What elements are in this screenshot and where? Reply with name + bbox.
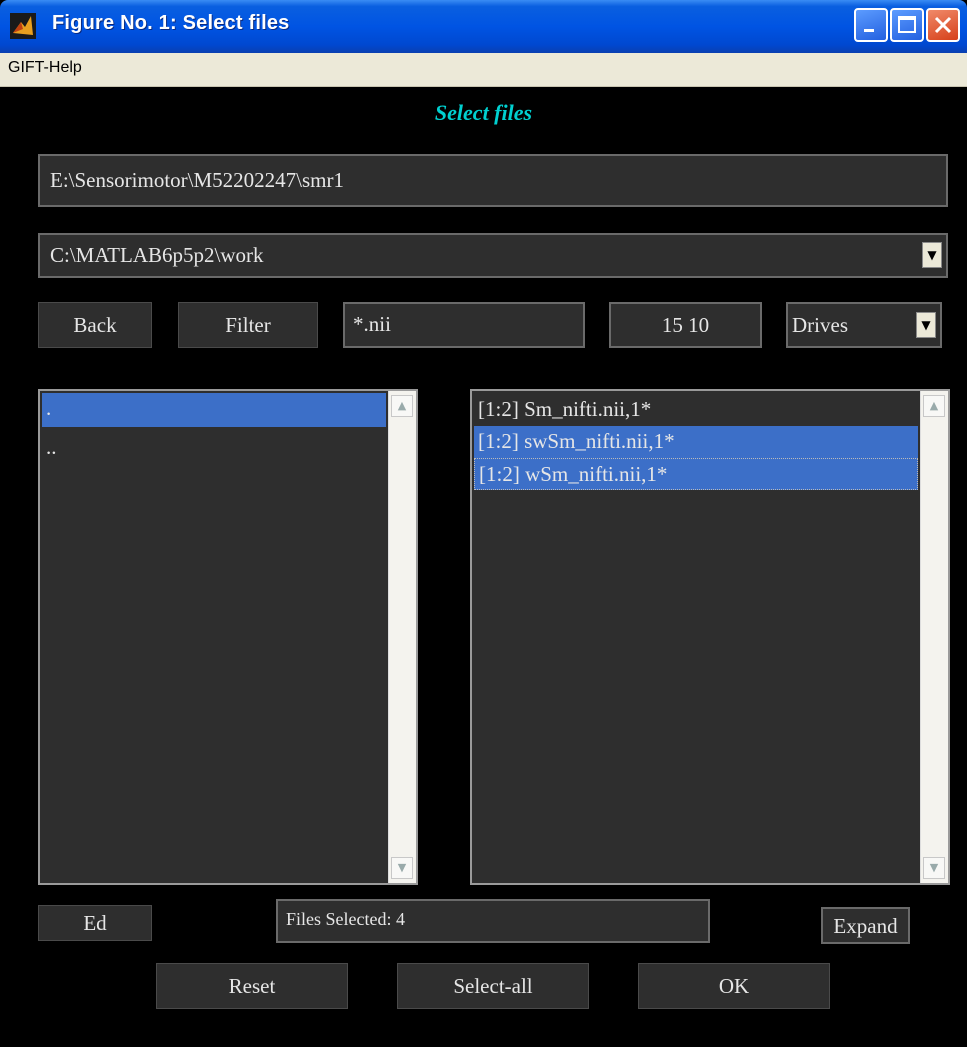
page-title: Select files: [434, 100, 533, 125]
scroll-down-icon[interactable]: ▼: [923, 857, 945, 879]
close-button[interactable]: [926, 8, 960, 42]
filter-button[interactable]: Filter: [178, 302, 318, 348]
close-icon: [934, 16, 952, 34]
title-bar[interactable]: Figure No. 1: Select files: [0, 0, 967, 53]
ok-button[interactable]: OK: [638, 963, 830, 1009]
list-item[interactable]: .: [42, 393, 386, 427]
window-title: Figure No. 1: Select files: [52, 12, 290, 34]
file-list[interactable]: [1:2] Sm_nifti.nii,1* [1:2] swSm_nifti.n…: [470, 389, 950, 885]
file-list-scrollbar[interactable]: ▲ ▼: [920, 391, 948, 883]
drives-select[interactable]: Drives ▼: [786, 302, 942, 348]
list-item[interactable]: ..: [42, 433, 386, 465]
filter-input[interactable]: *.nii: [343, 302, 585, 348]
scroll-down-icon[interactable]: ▼: [391, 857, 413, 879]
current-directory-field[interactable]: E:\Sensorimotor\M52202247\smr1: [38, 154, 948, 207]
drives-value: Drives: [792, 313, 848, 337]
select-all-button[interactable]: Select-all: [397, 963, 589, 1009]
files-selected-status: Files Selected: 4: [276, 899, 710, 943]
chevron-down-icon[interactable]: ▼: [916, 312, 936, 338]
maximize-button[interactable]: [890, 8, 924, 42]
matlab-icon: [10, 13, 36, 39]
directory-history-select[interactable]: C:\MATLAB6p5p2\work ▼: [38, 233, 948, 278]
chevron-down-icon[interactable]: ▼: [922, 242, 942, 268]
frame-input[interactable]: 15 10: [609, 302, 762, 348]
scroll-up-icon[interactable]: ▲: [923, 395, 945, 417]
list-item[interactable]: [1:2] swSm_nifti.nii,1*: [474, 426, 918, 458]
maximize-icon: [898, 16, 916, 33]
list-item[interactable]: [1:2] wSm_nifti.nii,1*: [474, 458, 918, 490]
expand-button[interactable]: Expand: [821, 907, 910, 944]
directory-list-scrollbar[interactable]: ▲ ▼: [388, 391, 416, 883]
ed-button[interactable]: Ed: [38, 905, 152, 941]
scroll-up-icon[interactable]: ▲: [391, 395, 413, 417]
back-button[interactable]: Back: [38, 302, 152, 348]
directory-list[interactable]: . .. ▲ ▼: [38, 389, 418, 885]
menu-gift-help[interactable]: GIFT-Help: [8, 59, 82, 77]
directory-history-value: C:\MATLAB6p5p2\work: [50, 243, 264, 267]
list-item[interactable]: [1:2] Sm_nifti.nii,1*: [474, 393, 918, 425]
minimize-button[interactable]: [854, 8, 888, 42]
minimize-icon: [864, 29, 874, 32]
menu-bar: GIFT-Help: [0, 53, 967, 87]
reset-button[interactable]: Reset: [156, 963, 348, 1009]
